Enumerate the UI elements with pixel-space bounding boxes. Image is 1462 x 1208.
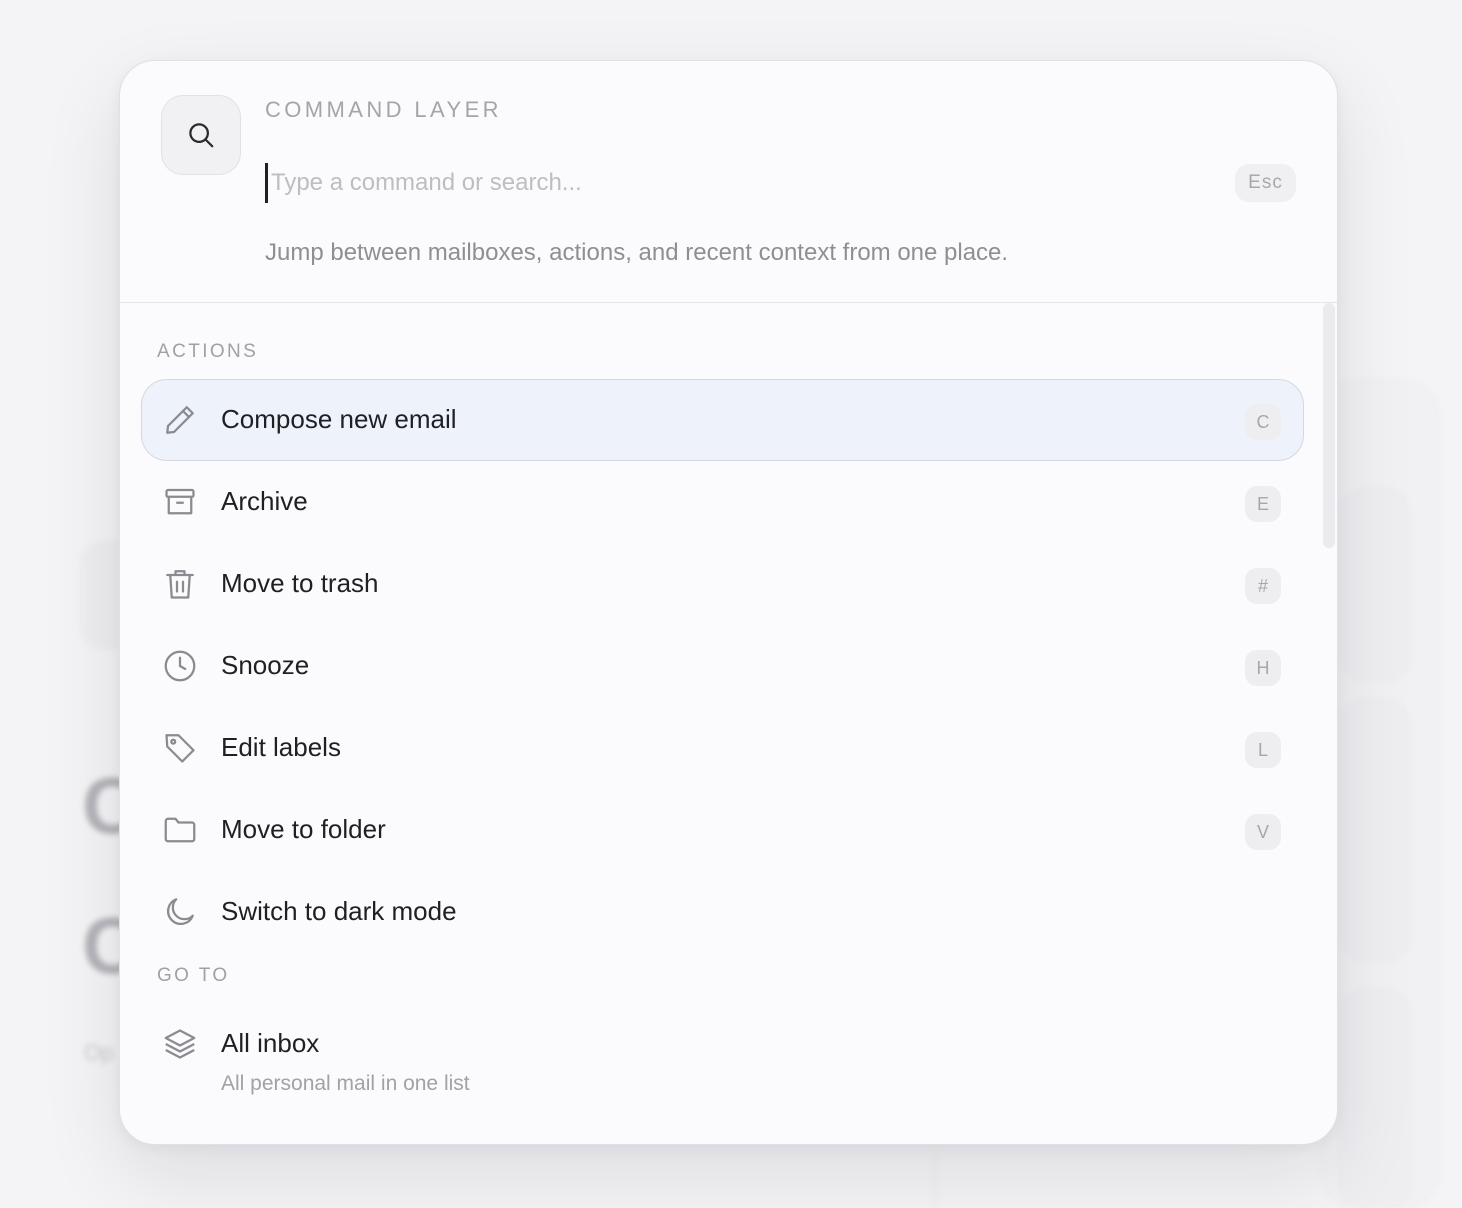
command-search-input[interactable] <box>265 163 1205 203</box>
clock-icon <box>164 650 196 682</box>
pencil-icon <box>166 406 194 434</box>
archive-box-icon <box>165 488 195 515</box>
palette-hint: Jump between mailboxes, actions, and rec… <box>265 239 1009 266</box>
command-item-label: Snooze <box>221 650 310 680</box>
command-item-compose[interactable]: Compose new email C <box>141 379 1304 461</box>
command-list[interactable]: ACTIONS Compose new email C Archive E Mo… <box>120 303 1337 1144</box>
esc-shortcut-badge[interactable]: Esc <box>1235 164 1296 202</box>
command-item-label: Archive <box>221 486 308 516</box>
command-item-snooze[interactable]: Snooze H <box>141 625 1304 707</box>
command-item-all-inbox[interactable]: All inbox All personal mail in one list <box>141 1003 1304 1113</box>
command-item-label: Move to folder <box>221 814 386 844</box>
background-divider <box>935 1150 936 1208</box>
section-label-go-to: GO TO <box>157 965 230 986</box>
shortcut-badge: L <box>1245 732 1281 768</box>
moon-icon <box>167 898 194 925</box>
section-label-actions: ACTIONS <box>157 341 259 362</box>
trash-icon <box>166 570 194 599</box>
palette-header: COMMAND LAYER Esc Jump between mailboxes… <box>120 61 1337 303</box>
command-item-move-folder[interactable]: Move to folder V <box>141 789 1304 871</box>
background-card <box>1340 700 1410 960</box>
command-item-label: Compose new email <box>221 404 457 434</box>
shortcut-badge: H <box>1245 650 1281 686</box>
command-item-edit-labels[interactable]: Edit labels L <box>141 707 1304 789</box>
scrollbar-thumb[interactable] <box>1323 303 1335 548</box>
search-icon <box>161 95 241 175</box>
tag-icon <box>165 734 195 763</box>
shortcut-badge: E <box>1245 486 1281 522</box>
background-card <box>1340 990 1410 1208</box>
command-item-subtitle: All personal mail in one list <box>221 1072 470 1095</box>
command-item-label: Move to trash <box>221 568 379 598</box>
command-item-label: All inbox <box>221 1028 320 1058</box>
folder-icon <box>164 817 196 843</box>
shortcut-badge: V <box>1245 814 1281 850</box>
command-item-label: Switch to dark mode <box>221 896 457 926</box>
background-text: Op <box>84 1040 114 1065</box>
command-item-archive[interactable]: Archive E <box>141 461 1304 543</box>
palette-title: COMMAND LAYER <box>265 97 502 122</box>
background-card <box>1340 490 1410 680</box>
shortcut-badge: # <box>1245 568 1281 604</box>
command-item-dark-mode[interactable]: Switch to dark mode <box>141 871 1304 953</box>
command-item-label: Edit labels <box>221 732 341 762</box>
shortcut-badge: C <box>1245 404 1281 440</box>
command-palette: COMMAND LAYER Esc Jump between mailboxes… <box>119 60 1338 1145</box>
command-item-trash[interactable]: Move to trash # <box>141 543 1304 625</box>
layers-icon <box>164 1029 196 1059</box>
